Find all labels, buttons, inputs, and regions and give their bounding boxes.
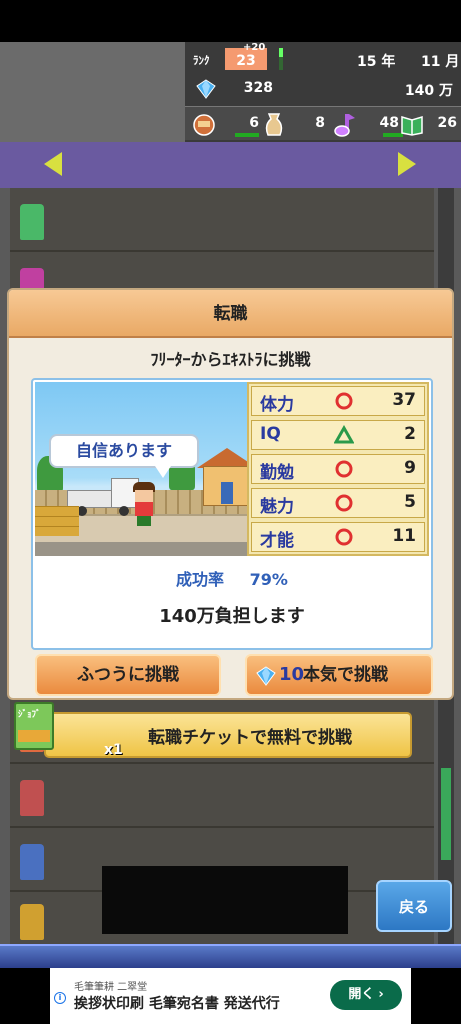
serious-label: 本気で挑戦	[303, 665, 388, 685]
avatar	[20, 204, 44, 240]
food-icon	[193, 114, 215, 136]
stat-row: 魅力 5	[251, 488, 425, 518]
hud-row-currency: 328 140 万	[185, 76, 461, 104]
rank-bonus: +20	[243, 42, 266, 53]
road	[35, 542, 249, 556]
list-item[interactable]	[10, 766, 434, 828]
stat-row: IQ 2	[251, 420, 425, 450]
next-arrow-icon[interactable]	[398, 152, 416, 176]
stat-name: 才能	[260, 531, 294, 551]
success-rate-value: 79%	[249, 570, 288, 589]
stats-table: 体力 37 IQ 2 勤勉 9 魅力 5 才能 11	[247, 382, 429, 556]
resource-food-value: 6	[249, 115, 259, 131]
character-sprite	[131, 482, 157, 526]
bottom-bar	[0, 944, 461, 968]
face	[135, 490, 153, 502]
hud-left-panel	[0, 42, 185, 142]
serious-challenge-button[interactable]: 10 本気で挑戦	[245, 654, 433, 696]
ticket-count: x1	[104, 742, 123, 758]
grade-circle-icon	[335, 528, 353, 546]
rank-progress-bar	[279, 48, 283, 70]
job-ticket-icon: ｼﾞｮﾌﾞ	[14, 702, 54, 750]
prev-arrow-icon[interactable]	[44, 152, 62, 176]
ad-open-button[interactable]: 開く ›	[330, 980, 402, 1010]
scrollbar-thumb[interactable]	[441, 768, 451, 860]
chevron-right-icon: ›	[378, 987, 384, 1002]
grade-circle-icon	[335, 392, 353, 410]
success-rate-label: 成功率	[176, 570, 225, 589]
ad-title: 挨拶状印刷 毛筆宛名書 発送代行	[74, 996, 280, 1012]
gem-icon	[256, 666, 276, 686]
crates	[35, 506, 79, 536]
hud-row-resources: 6 8 48 26	[185, 106, 461, 140]
house-roof	[197, 448, 249, 468]
ad-open-label: 開く	[348, 987, 375, 1002]
stat-row: 体力 37	[251, 386, 425, 416]
dialog-subtitle: ﾌﾘｰﾀｰからｴｷｽﾄﾗに挑戦	[150, 350, 311, 369]
stat-value: 37	[392, 390, 416, 410]
ticket-icon-label: ｼﾞｮﾌﾞ	[18, 710, 41, 720]
stat-name: 勤勉	[260, 463, 294, 483]
sack-icon	[265, 113, 283, 136]
resource-food-bar	[235, 133, 259, 137]
house-door	[221, 482, 233, 504]
legs	[137, 516, 151, 526]
stat-name: 体力	[260, 395, 294, 415]
rank-label: ﾗﾝｸ	[193, 54, 210, 67]
normal-challenge-button[interactable]: ふつうに挑戦	[35, 654, 221, 696]
resource-music-value: 48	[379, 115, 399, 131]
resource-sack-value: 8	[315, 115, 325, 131]
speech-bubble: 自信あります	[49, 434, 199, 468]
speech-bubble-tail	[155, 466, 171, 478]
stat-value: 9	[404, 458, 416, 478]
month-display: 11 月	[421, 54, 460, 70]
back-button[interactable]: 戻る	[376, 880, 452, 932]
grade-circle-icon	[335, 460, 353, 478]
floor-nav-band	[0, 142, 461, 188]
money-display: 140 万	[404, 83, 453, 99]
stat-value: 5	[404, 492, 416, 512]
music-note-icon	[334, 114, 355, 137]
cost-text: 140万負担します	[159, 606, 305, 627]
body	[135, 502, 153, 516]
overlay-box	[102, 866, 348, 934]
success-rate: 成功率 79%	[33, 566, 431, 590]
avatar	[20, 904, 44, 940]
avatar	[20, 844, 44, 880]
ad-banner[interactable]: i 毛筆筆耕 二翠堂 挨拶状印刷 毛筆宛名書 発送代行 開く ›	[50, 968, 411, 1024]
hud-panel: ﾗﾝｸ 23 +20 15 年 11 月 328 140 万 6 8 48 26	[185, 42, 461, 142]
stat-name: 魅力	[260, 497, 294, 517]
stat-name: IQ	[260, 424, 281, 444]
scene-illustration: 自信あります	[35, 382, 249, 556]
list-item[interactable]	[10, 190, 434, 252]
ticket-stamp	[18, 730, 50, 742]
job-change-dialog: 転職 ﾌﾘｰﾀｰからｴｷｽﾄﾗに挑戦 自信あります 体力 37 IQ 2 勤勉 …	[7, 288, 454, 700]
wheel	[119, 506, 129, 516]
serious-cost: 10	[279, 664, 305, 685]
stat-row: 才能 11	[251, 522, 425, 552]
year-display: 15 年	[357, 54, 396, 70]
status-bar-area	[0, 0, 461, 42]
gem-count: 328	[243, 80, 273, 96]
hud-row-rank-date: ﾗﾝｸ 23 +20 15 年 11 月	[185, 42, 461, 74]
info-panel: 自信あります 体力 37 IQ 2 勤勉 9 魅力 5 才能 11 成功率 79…	[31, 378, 433, 650]
ticket-label: 転職チケットで無料で挑戦	[148, 728, 352, 748]
book-icon	[401, 115, 423, 136]
stat-row: 勤勉 9	[251, 454, 425, 484]
grade-circle-icon	[335, 494, 353, 512]
gem-icon	[196, 79, 216, 99]
dialog-title: 転職	[9, 290, 452, 338]
ad-sponsor: 毛筆筆耕 二翠堂	[74, 982, 148, 993]
grade-triangle-icon	[334, 425, 354, 444]
info-icon[interactable]: i	[54, 992, 66, 1004]
stat-value: 11	[392, 526, 416, 546]
resource-book-value: 26	[437, 115, 457, 131]
avatar	[20, 780, 44, 816]
stat-value: 2	[404, 424, 416, 444]
